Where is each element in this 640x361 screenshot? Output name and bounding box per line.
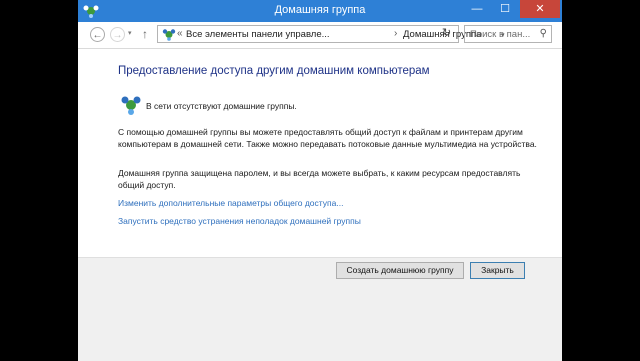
page-heading: Предоставление доступа другим домашним к… [118, 65, 430, 77]
address-bar[interactable]: « Все элементы панели управле... › Домаш… [157, 25, 505, 43]
advanced-sharing-settings-link[interactable]: Изменить дополнительные параметры общего… [118, 198, 343, 208]
description-paragraph: С помощью домашней группы вы можете пред… [118, 127, 537, 149]
create-homegroup-button[interactable]: Создать домашнюю группу [336, 262, 464, 279]
search-box[interactable]: Поиск в пан... ⚲ [464, 25, 552, 43]
security-paragraph: Домашняя группа защищена паролем, и вы в… [118, 168, 521, 190]
navigation-bar: ← → ▾ ↑ « Все элементы панели управле...… [78, 22, 562, 49]
status-message: В сети отсутствуют домашние группы. [146, 101, 297, 111]
title-bar[interactable]: Домашняя группа — ☐ ✕ [78, 0, 562, 22]
back-button[interactable]: ← [90, 27, 105, 42]
breadcrumb-control-panel[interactable]: Все элементы панели управле... [186, 29, 330, 40]
forward-button[interactable]: → [110, 27, 125, 42]
refresh-button[interactable]: ↻ [442, 26, 451, 39]
homegroup-icon [162, 29, 176, 41]
up-button[interactable]: ↑ [142, 27, 148, 41]
search-placeholder: Поиск в пан... [470, 29, 531, 40]
close-window-button[interactable]: ✕ [520, 0, 560, 18]
breadcrumb-arrow-icon[interactable]: › [394, 28, 397, 39]
breadcrumb-overflow-icon[interactable]: « [177, 28, 183, 39]
close-button[interactable]: Закрыть [470, 262, 525, 279]
search-icon[interactable]: ⚲ [540, 28, 547, 39]
recent-locations-dropdown[interactable]: ▾ [128, 29, 132, 37]
maximize-button[interactable]: ☐ [492, 0, 518, 18]
minimize-button[interactable]: — [464, 0, 490, 18]
troubleshooter-link[interactable]: Запустить средство устранения неполадок … [118, 216, 361, 226]
homegroup-icon [121, 96, 141, 115]
homegroup-window: Домашняя группа — ☐ ✕ ← → ▾ ↑ « Все элем… [78, 0, 562, 361]
main-content: Предоставление доступа другим домашним к… [78, 49, 562, 257]
footer-bar: Создать домашнюю группу Закрыть [78, 257, 562, 361]
